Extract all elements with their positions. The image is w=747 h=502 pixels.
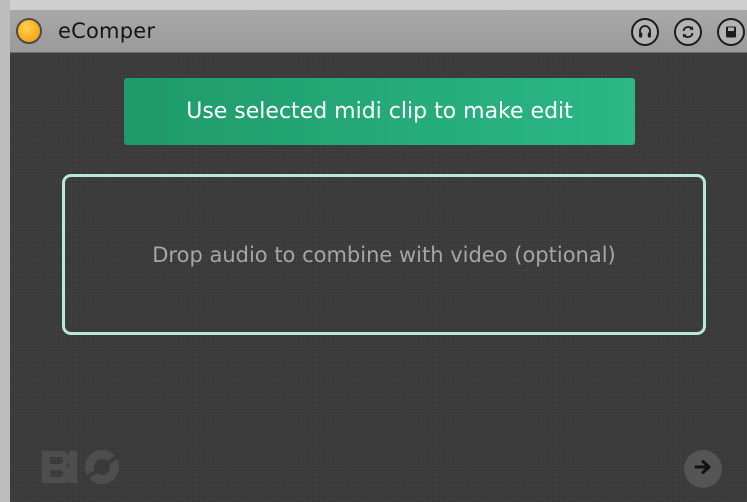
next-button[interactable] [684,450,722,488]
device-titlebar: eComper [10,10,747,53]
save-button[interactable] [717,18,745,46]
audio-drop-zone-label: Drop audio to combine with video (option… [152,242,616,267]
device-window: eComper Use selected midi clip to make e… [0,0,747,502]
refresh-icon [680,24,696,40]
headphones-icon [637,24,653,40]
device-power-toggle[interactable] [16,18,42,44]
headphones-button[interactable] [631,18,659,46]
window-top-edge [0,0,747,10]
brand-logo-icon [40,447,126,487]
window-left-edge [0,0,10,502]
use-midi-clip-button[interactable]: Use selected midi clip to make edit [124,78,635,145]
audio-drop-zone[interactable]: Drop audio to combine with video (option… [62,174,706,335]
device-panel: Use selected midi clip to make edit Drop… [10,53,747,502]
device-title: eComper [58,19,156,43]
use-midi-clip-label: Use selected midi clip to make edit [186,99,573,124]
save-icon [723,24,739,40]
refresh-button[interactable] [674,18,702,46]
arrow-right-icon [693,457,713,481]
